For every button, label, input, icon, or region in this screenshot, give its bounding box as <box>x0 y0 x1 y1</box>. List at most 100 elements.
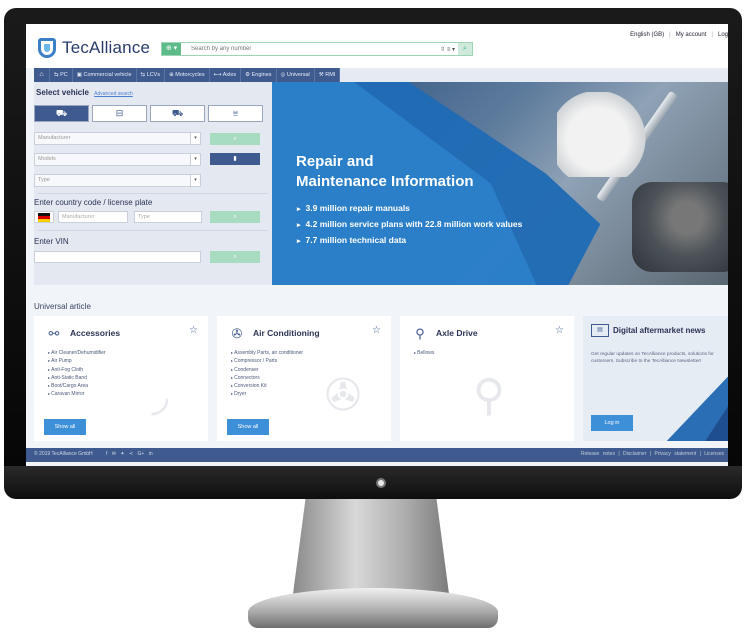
link-watermark-icon: ◞ <box>151 371 169 420</box>
hero-banner[interactable]: Repair and Maintenance Information 3.9 m… <box>272 82 728 285</box>
copyright: © 2019 TecAlliance GmbH <box>34 451 93 457</box>
manufacturer-placeholder: Manufacturer <box>38 135 71 141</box>
login-button[interactable]: Log in <box>591 415 633 431</box>
bus-tab-icon[interactable]: ⊟ <box>92 105 147 122</box>
fan-icon: ✇ <box>231 326 243 341</box>
list-item[interactable]: Air Cleaner/Dehumidifier <box>48 349 105 357</box>
chevron-down-icon: ▾ <box>190 133 200 144</box>
country-flag-de[interactable] <box>34 211 54 223</box>
hero-title: Repair and Maintenance Information <box>296 152 474 192</box>
social-icons[interactable]: f ✉ ✦ ≺ G+ in <box>106 451 153 457</box>
card-list: Air Cleaner/Dehumidifier Air Pump Anti-F… <box>48 349 106 399</box>
gloved-hand-image <box>557 92 647 177</box>
manufacturer-search-button[interactable]: ⌕ <box>210 133 260 145</box>
card-list: Assembly Parts, air conditioner Compress… <box>231 349 303 399</box>
monitor-base <box>248 588 498 628</box>
divider <box>38 230 268 231</box>
list-item[interactable]: Compressor / Parts <box>231 357 303 365</box>
nav-commercial-vehicle-label: Commercial vehicle <box>83 72 132 78</box>
models-select[interactable]: Models ▾ <box>34 153 201 166</box>
list-item[interactable]: Dryer <box>231 390 303 398</box>
list-item[interactable]: Condenser <box>231 366 303 374</box>
delete-button[interactable]: ▮ <box>210 153 260 165</box>
vin-search-button[interactable]: ⌕ <box>210 251 260 263</box>
divider <box>38 193 268 194</box>
card-title: Accessories <box>70 328 121 338</box>
news-title: Digital aftermarket news <box>613 326 706 335</box>
list-item[interactable]: Anti-Fog Cloth <box>48 366 106 374</box>
nav-pc-label: PC <box>60 72 68 78</box>
separator: | <box>711 32 713 38</box>
country-code-title: Enter country code / license plate <box>34 198 153 207</box>
news-panel: ▤ Digital aftermarket news Get regular u… <box>583 316 728 441</box>
hero-bullet: 3.9 million repair manuals <box>297 201 522 217</box>
advanced-search-link[interactable]: Advanced search <box>94 91 133 97</box>
list-item[interactable]: Bellows <box>414 349 434 357</box>
search-input[interactable] <box>181 43 438 55</box>
select-vehicle-title: Select vehicle Advanced search <box>36 88 133 97</box>
card-title: Air Conditioning <box>253 328 320 338</box>
chevron-down-icon: ▾ <box>190 154 200 165</box>
hero-bullet: 4.2 million service plans with 22.8 mill… <box>297 217 523 233</box>
show-all-button[interactable]: Show all <box>44 419 86 435</box>
plate-type-input[interactable]: Type <box>134 211 202 223</box>
star-icon[interactable]: ☆ <box>555 325 564 336</box>
card-list: Bellows <box>414 349 434 357</box>
nav-pc[interactable]: ⇆ PC <box>50 68 73 82</box>
separator: | <box>669 32 671 38</box>
vin-input[interactable] <box>34 251 201 263</box>
nav-axles[interactable]: ⟷ Axles <box>209 68 242 82</box>
list-item[interactable]: Air Pump <box>48 357 106 365</box>
nav-rmi[interactable]: ⚒ RMI <box>314 68 341 82</box>
nav-motorcycles-label: Motorcycles <box>175 72 205 78</box>
search-options[interactable]: ⇳ ≡ ▾ <box>437 46 458 53</box>
search-button[interactable]: ⌕ <box>458 43 472 55</box>
card-axle-drive[interactable]: ⚲ Axle Drive ☆ ⚲ Bellows <box>400 316 574 441</box>
hero-bullet: 7.7 million technical data <box>297 233 522 249</box>
monitor-neck <box>293 499 449 594</box>
star-icon[interactable]: ☆ <box>189 325 198 336</box>
list-item[interactable]: Anti-Static Band <box>48 374 106 382</box>
news-text: Get regular updates on TecAlliance produ… <box>591 352 714 364</box>
plate-manufacturer-input[interactable]: Manufacturer <box>58 211 128 223</box>
card-accessories[interactable]: ⚯ Accessories ☆ ◞ Air Cleaner/Dehumidifi… <box>34 316 208 441</box>
list-item[interactable]: Connectors <box>231 374 303 382</box>
nav-motorcycles[interactable]: ⊕ Motorcycles <box>165 68 210 82</box>
nav-lcvs[interactable]: ⇆ LCVs <box>136 68 166 82</box>
fan-watermark-icon: ✇ <box>324 371 362 420</box>
list-item[interactable]: Conversion Kit <box>231 382 303 390</box>
hero-title-line: Repair and <box>296 153 374 170</box>
list-item[interactable]: Boot/Cargo Area <box>48 382 106 390</box>
logo[interactable]: TecAlliance <box>38 38 150 58</box>
list-item[interactable]: Assembly Parts, air conditioner <box>231 349 303 357</box>
truck-tab-icon[interactable]: ⛟ <box>150 105 205 122</box>
logo-shield-icon <box>38 38 56 58</box>
my-account-link[interactable]: My account <box>676 32 707 38</box>
manufacturer-select[interactable]: Manufacturer ▾ <box>34 132 201 145</box>
card-title: Axle Drive <box>436 328 478 338</box>
universal-article-title: Universal article <box>34 302 91 311</box>
header: TecAlliance ⊕ ▾ ⇳ ≡ ▾ ⌕ English (GB) | M… <box>26 24 728 68</box>
nav-rmi-label: RMI <box>325 72 336 78</box>
language-selector[interactable]: English (GB) <box>630 32 664 38</box>
type-select[interactable]: Type ▾ <box>34 174 201 187</box>
vehicle-search-panel: Select vehicle Advanced search ⛟ ⊟ ⛟ ⩸ M… <box>34 82 272 285</box>
search-type-dropdown[interactable]: ⊕ ▾ <box>162 43 181 55</box>
home-icon[interactable]: ⌂ <box>34 68 50 82</box>
footer-links[interactable]: Release notes | Disclaimer | Privacy sta… <box>581 451 724 457</box>
footer: © 2019 TecAlliance GmbH f ✉ ✦ ≺ G+ in Re… <box>26 448 728 462</box>
nav-lcvs-label: LCVs <box>146 72 161 78</box>
show-all-button[interactable]: Show all <box>227 419 269 435</box>
logout-link[interactable]: Log <box>718 32 728 38</box>
filter-tab-icon[interactable]: ⩸ <box>208 105 263 122</box>
nav-universal[interactable]: ◎ Universal <box>276 68 315 82</box>
select-vehicle-label: Select vehicle <box>36 88 89 97</box>
plate-search-button[interactable]: ⌕ <box>210 211 260 223</box>
card-air-conditioning[interactable]: ✇ Air Conditioning ☆ ✇ Assembly Parts, a… <box>217 316 391 441</box>
star-icon[interactable]: ☆ <box>372 325 381 336</box>
car-tab-icon[interactable]: ⛟ <box>34 105 89 122</box>
list-item[interactable]: Caravan Mirror <box>48 390 106 398</box>
top-links: English (GB) | My account | Log <box>630 32 728 38</box>
nav-engines[interactable]: ⚙ Engines <box>241 68 277 82</box>
nav-commercial-vehicle[interactable]: ▣ Commercial vehicle <box>72 68 137 82</box>
